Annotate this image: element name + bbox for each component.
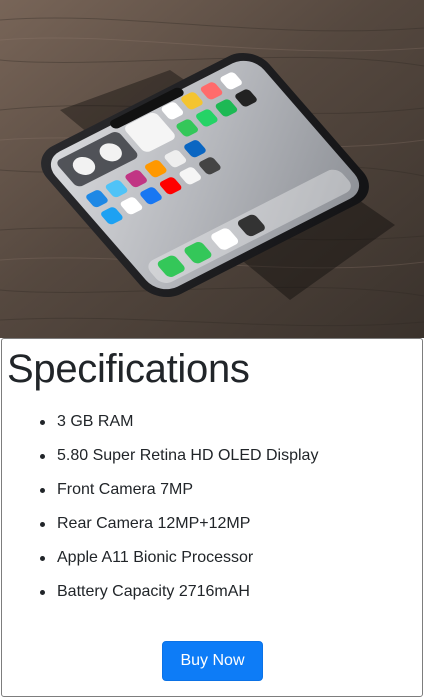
buy-now-button[interactable]: Buy Now	[162, 641, 263, 681]
spec-list: 3 GB RAM 5.80 Super Retina HD OLED Displ…	[40, 410, 318, 614]
specifications-card: Specifications 3 GB RAM 5.80 Super Retin…	[1, 338, 423, 697]
spec-item-processor: Apple A11 Bionic Processor	[40, 546, 318, 580]
spec-item-rear-camera: Rear Camera 12MP+12MP	[40, 512, 318, 546]
product-page: Specifications 3 GB RAM 5.80 Super Retin…	[0, 0, 424, 698]
spec-item-front-camera: Front Camera 7MP	[40, 478, 318, 512]
spec-item-display: 5.80 Super Retina HD OLED Display	[40, 444, 318, 478]
smartphone-photo-icon	[0, 0, 424, 338]
product-photo	[0, 0, 424, 338]
card-title: Specifications	[7, 347, 250, 391]
spec-item-battery: Battery Capacity 2716mAH	[40, 580, 318, 614]
spec-item-ram: 3 GB RAM	[40, 410, 318, 444]
